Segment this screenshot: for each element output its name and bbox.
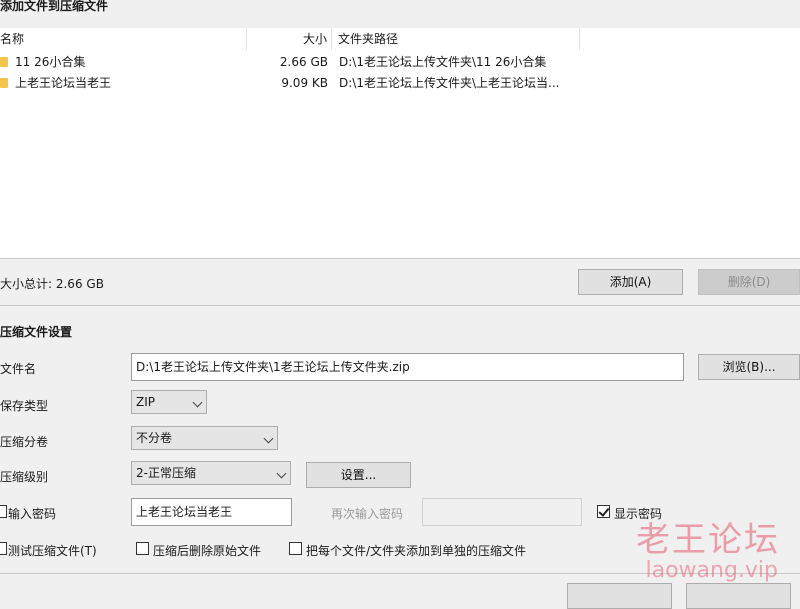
file-path: D:\1老王论坛上传文件夹\11 26小合集 bbox=[339, 55, 547, 69]
repeat-password-field[interactable] bbox=[422, 498, 582, 526]
type-select[interactable]: ZIP bbox=[131, 390, 207, 414]
column-header-path[interactable]: 文件夹路径 bbox=[332, 28, 580, 50]
repeat-password-label: 再次输入密码 bbox=[331, 507, 404, 521]
chevron-down-icon bbox=[263, 433, 274, 444]
password-checkbox[interactable] bbox=[0, 505, 7, 518]
dialog-title: 添加文件到压缩文件 bbox=[0, 0, 109, 13]
test-archive-label: 测试压缩文件(T) bbox=[8, 544, 97, 558]
file-name: 上老王论坛当老王 bbox=[15, 76, 112, 90]
file-path: D:\1老王论坛上传文件夹\上老王论坛当... bbox=[339, 76, 560, 90]
split-label: 压缩分卷 bbox=[0, 435, 49, 449]
folder-icon bbox=[0, 57, 8, 67]
type-label: 保存类型 bbox=[0, 399, 49, 413]
add-button[interactable]: 添加(A) bbox=[578, 269, 683, 295]
test-archive-checkbox[interactable] bbox=[0, 542, 7, 555]
delete-button[interactable]: 删除(D) bbox=[698, 269, 800, 295]
divider bbox=[0, 305, 800, 306]
chevron-down-icon bbox=[276, 468, 287, 479]
file-size: 9.09 KB bbox=[281, 76, 328, 90]
level-label: 压缩级别 bbox=[0, 470, 49, 484]
file-list[interactable]: 名称 大小 文件夹路径 11 26小合集 2.66 GB D:\1老王论坛上传文… bbox=[0, 28, 800, 259]
file-size: 2.66 GB bbox=[279, 55, 328, 69]
watermark-text: 老王论坛 bbox=[636, 520, 780, 560]
level-select[interactable]: 2-正常压缩 bbox=[131, 461, 291, 485]
column-header-name[interactable]: 名称 bbox=[0, 28, 247, 50]
filename-label: 文件名 bbox=[0, 362, 37, 376]
split-select[interactable]: 不分卷 bbox=[131, 426, 278, 450]
delete-after-label: 压缩后删除原始文件 bbox=[153, 544, 262, 558]
folder-icon bbox=[0, 78, 8, 88]
type-value: ZIP bbox=[136, 395, 155, 409]
filename-field[interactable]: D:\1老王论坛上传文件夹\1老王论坛上传文件夹.zip bbox=[131, 353, 684, 381]
each-separate-label: 把每个文件/文件夹添加到单独的压缩文件 bbox=[306, 544, 527, 558]
show-password-checkbox[interactable] bbox=[597, 505, 610, 518]
bottom-button[interactable] bbox=[686, 583, 791, 609]
each-separate-checkbox[interactable] bbox=[289, 542, 302, 555]
password-label: 输入密码 bbox=[8, 507, 57, 521]
password-field[interactable]: 上老王论坛当老王 bbox=[131, 498, 292, 526]
column-header-size[interactable]: 大小 bbox=[247, 28, 332, 50]
bottom-button[interactable] bbox=[567, 583, 672, 609]
table-row[interactable]: 11 26小合集 2.66 GB D:\1老王论坛上传文件夹\11 26小合集 bbox=[0, 52, 800, 72]
browse-button[interactable]: 浏览(B)... bbox=[698, 354, 800, 380]
split-value: 不分卷 bbox=[136, 431, 173, 445]
table-row[interactable]: 上老王论坛当老王 9.09 KB D:\1老王论坛上传文件夹\上老王论坛当... bbox=[0, 73, 800, 93]
level-value: 2-正常压缩 bbox=[136, 466, 196, 480]
delete-after-checkbox[interactable] bbox=[136, 542, 149, 555]
total-size-label: 大小总计: 2.66 GB bbox=[0, 277, 104, 291]
watermark-url: laowang.vip bbox=[645, 558, 778, 583]
settings-button[interactable]: 设置... bbox=[306, 462, 411, 488]
chevron-down-icon bbox=[192, 397, 203, 408]
section-title: 压缩文件设置 bbox=[0, 325, 73, 339]
file-name: 11 26小合集 bbox=[15, 55, 86, 69]
